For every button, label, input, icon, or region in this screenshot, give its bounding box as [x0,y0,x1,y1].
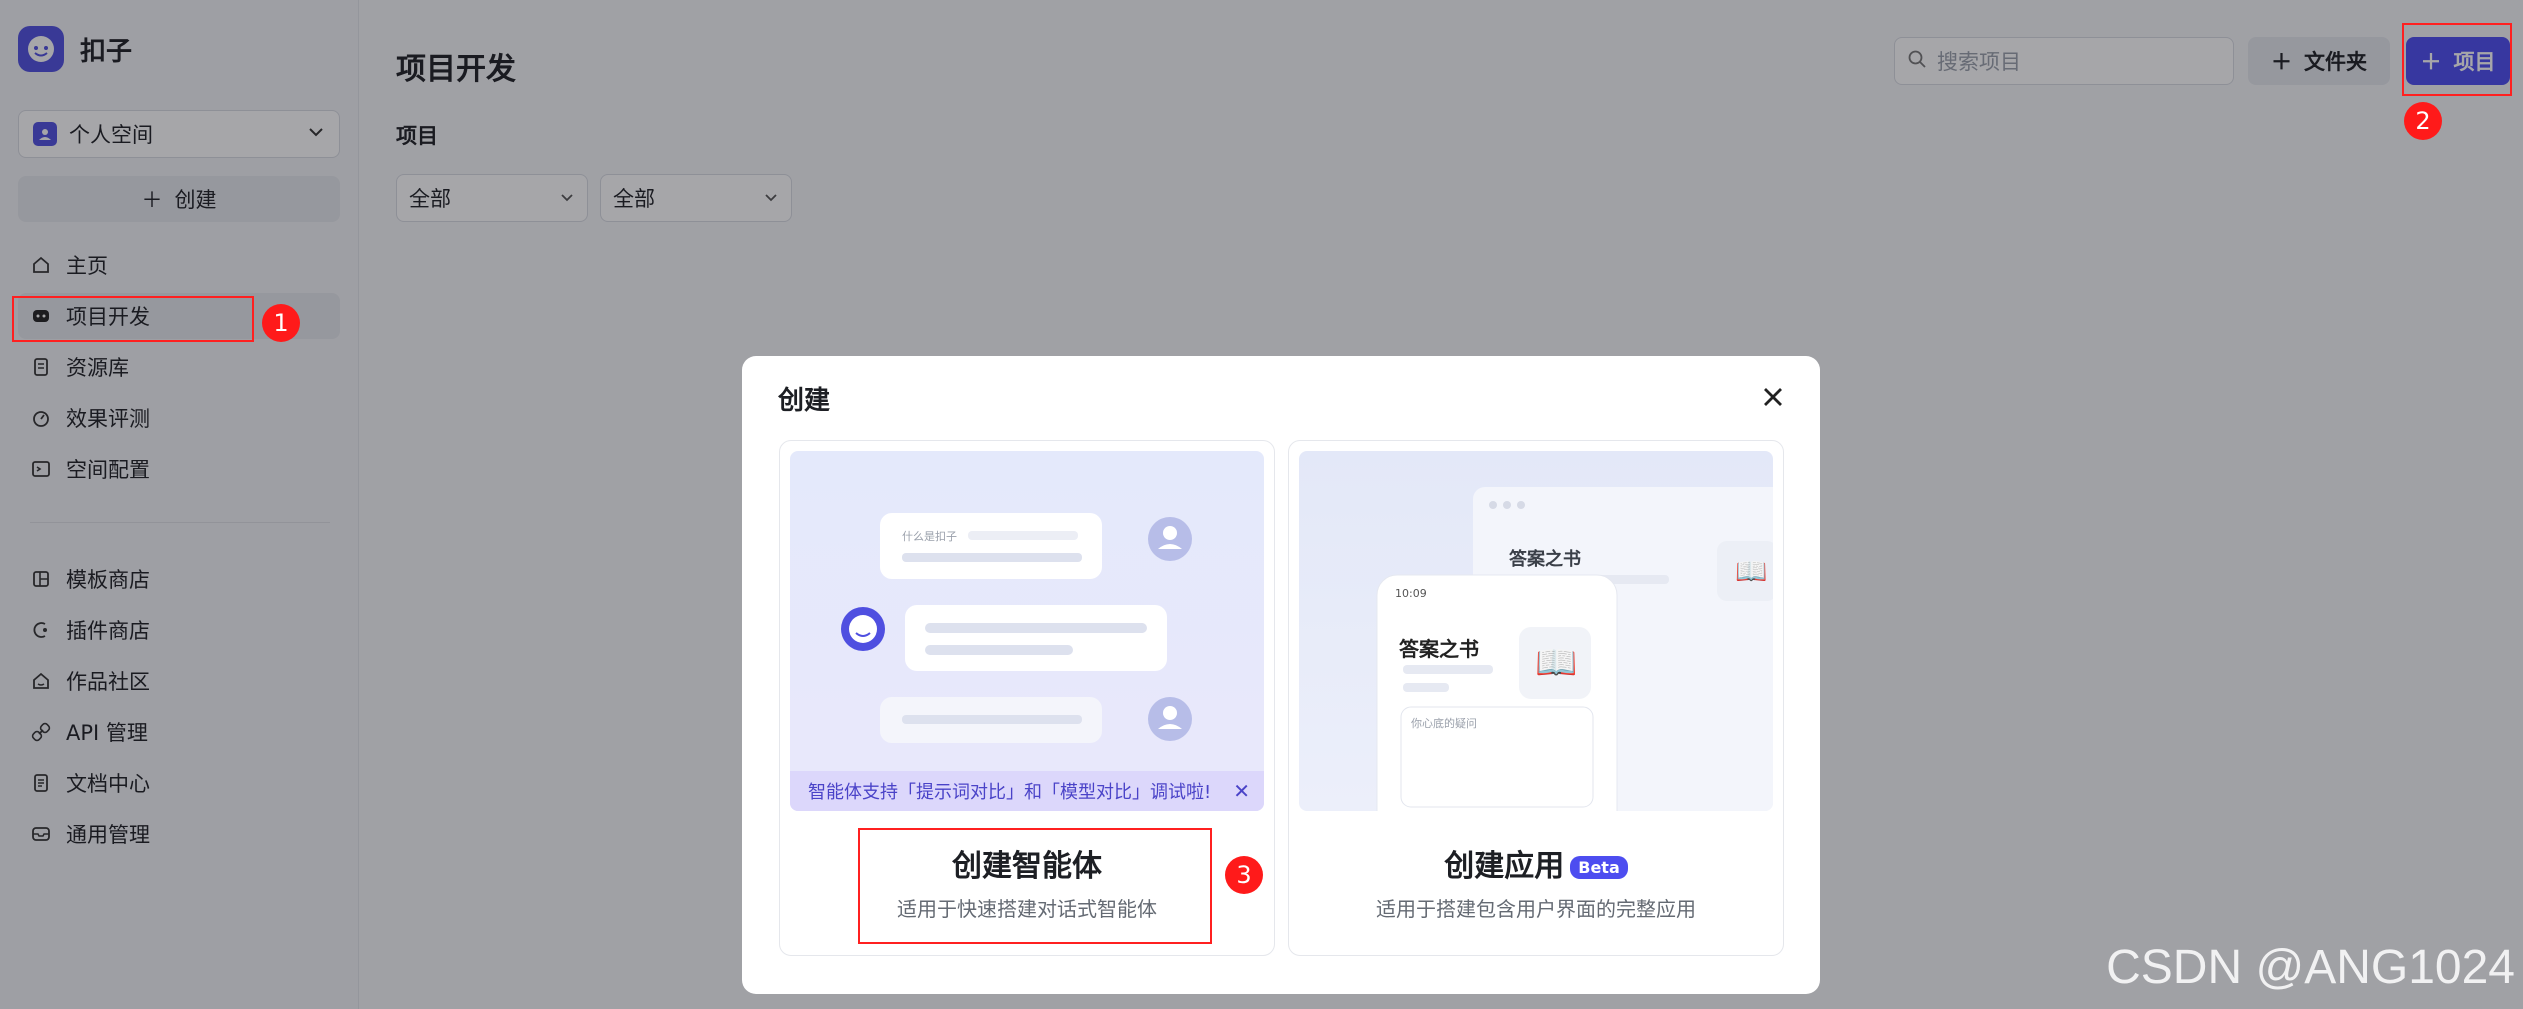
book-icon: 📖 [1735,557,1768,587]
agent-illustration: 什么是扣子 智能体支持「提示词对比」和「模型对比」调试啦! ✕ [790,451,1264,811]
annotation-box [2402,23,2512,96]
app-title-text: 创建应用 [1444,849,1565,884]
create-app-card[interactable]: 答案之书 📖 10:09 答案之书 📖 你心底的疑问 创建应用 Beta 适用于搭… [1288,440,1784,956]
annotation-badge: 2 [2404,102,2442,140]
app-card-desc: 适用于搭建包含用户界面的完整应用 [1376,897,1696,921]
watermark: CSDN @ANG1024 [2106,941,2515,994]
close-icon[interactable] [1760,384,1786,410]
annotation-badge: 3 [1225,856,1263,894]
beta-badge: Beta [1570,856,1628,879]
chat-hint: 什么是扣子 [902,530,957,543]
annotation-box [858,828,1212,944]
preview-title: 答案之书 [1509,549,1581,570]
modal-title: 创建 [778,386,831,416]
tip-banner: 智能体支持「提示词对比」和「模型对比」调试啦! ✕ [790,771,1264,811]
input-hint: 你心底的疑问 [1411,717,1477,730]
tip-text: 智能体支持「提示词对比」和「模型对比」调试啦! [808,782,1212,803]
annotation-box [12,296,254,342]
app-card-title: 创建应用 Beta [1289,841,1783,885]
phone-time: 10:09 [1395,587,1427,600]
phone-title: 答案之书 [1399,637,1479,661]
app-illustration: 答案之书 📖 10:09 答案之书 📖 你心底的疑问 [1299,451,1773,811]
annotation-badge: 1 [262,304,300,342]
close-icon[interactable]: ✕ [1233,779,1250,803]
book-icon: 📖 [1535,643,1578,683]
